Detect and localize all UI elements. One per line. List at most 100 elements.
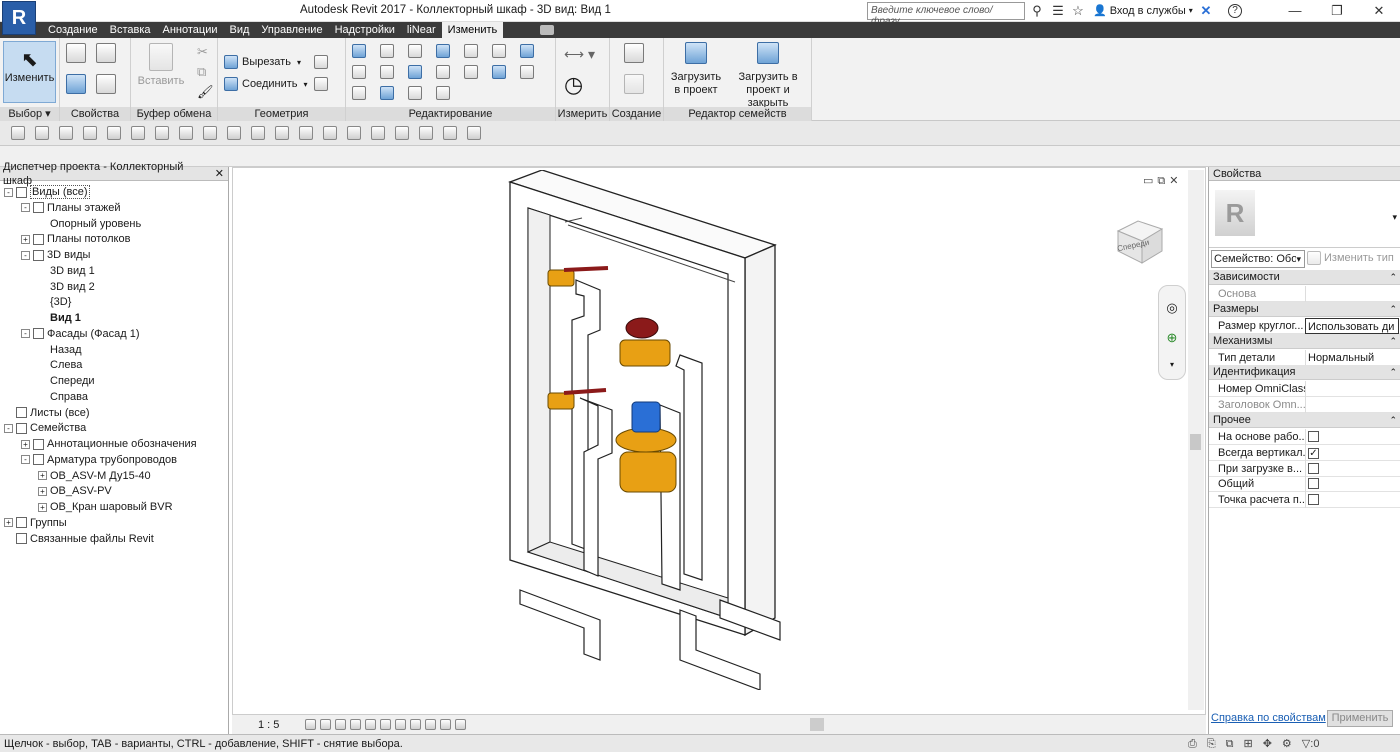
view-controls[interactable]: ▭⧉✕ — [1143, 174, 1182, 188]
property-value[interactable]: Нормальный — [1305, 349, 1399, 366]
design-options-icon[interactable]: ⎘ — [1207, 735, 1216, 752]
ball-valve-top[interactable] — [547, 269, 575, 287]
expand-icon[interactable]: + — [21, 234, 30, 244]
tab-2[interactable]: Аннотации — [157, 22, 224, 38]
tree-item[interactable]: + Планы потолков — [21, 232, 130, 247]
checkbox-icon[interactable] — [1308, 494, 1319, 506]
close-button[interactable]: ✕ — [1358, 0, 1400, 22]
tree-item[interactable]: {3D} — [38, 295, 71, 310]
panel-title-select[interactable]: Выбор ▾ — [0, 107, 59, 121]
mirror-2-icon[interactable] — [380, 86, 394, 103]
property-checkbox[interactable]: ✓ — [1305, 444, 1399, 461]
tree-item[interactable]: + ОВ_ASV-PV — [38, 484, 112, 499]
filter-icon[interactable]: ▽:0 — [1302, 735, 1320, 752]
checkbox-icon[interactable] — [1308, 462, 1319, 474]
switch-windows-icon[interactable] — [299, 126, 313, 140]
minimize-button[interactable]: — — [1274, 0, 1316, 22]
tree-item[interactable]: 3D вид 1 — [38, 264, 95, 279]
crop-icon[interactable] — [380, 719, 392, 731]
expand-icon[interactable]: + — [38, 502, 47, 512]
zoom-icon[interactable]: ⊕ — [1159, 330, 1185, 346]
tree-item[interactable]: Спереди — [38, 374, 95, 389]
unlock-3d-icon[interactable] — [410, 719, 422, 731]
tag-icon[interactable] — [347, 126, 361, 140]
dimension-icon[interactable]: ◷ — [564, 74, 583, 96]
tree-item[interactable]: + Аннотационные обозначения — [21, 437, 197, 452]
show-crop-icon[interactable] — [395, 719, 407, 731]
exchange-icon[interactable]: ✕ — [1198, 3, 1214, 19]
expand-icon[interactable]: + — [21, 439, 30, 449]
apply-button[interactable]: Применить — [1327, 710, 1393, 727]
paste-button[interactable]: Вставить — [137, 43, 185, 88]
join-geometry-button[interactable]: Соединить ▾ — [224, 77, 308, 91]
edit-type-button[interactable]: Изменить тип — [1307, 251, 1394, 265]
property-value[interactable] — [1305, 381, 1399, 398]
checkbox-checked-icon[interactable]: ✓ — [1308, 447, 1319, 459]
tree-item[interactable]: + ОВ_ASV-M Ду15-40 — [38, 469, 151, 484]
door-icon[interactable] — [419, 126, 433, 140]
sun-path-icon[interactable] — [335, 719, 347, 731]
offset-icon[interactable] — [380, 44, 394, 61]
scale-icon[interactable] — [464, 65, 478, 82]
family-types-icon[interactable] — [96, 43, 116, 66]
wall-icon[interactable] — [395, 126, 409, 140]
paint-icon[interactable] — [314, 77, 328, 94]
tree-item[interactable]: 3D вид 2 — [38, 280, 95, 295]
tab-6[interactable]: liNear — [401, 22, 442, 38]
favorites-star-icon[interactable]: ☆ — [1070, 3, 1086, 19]
tree-item[interactable]: Справа — [38, 390, 88, 405]
property-value[interactable] — [1305, 397, 1399, 414]
property-section[interactable]: Зависимости ⌃ — [1209, 270, 1400, 285]
tree-item[interactable]: - Виды (все) — [4, 185, 90, 200]
tree-item[interactable]: - 3D виды — [21, 248, 90, 263]
collapse-section-icon[interactable]: ⌃ — [1389, 365, 1397, 380]
tree-item[interactable]: Опорный уровень — [38, 217, 141, 232]
select-pinned-icon[interactable]: ✥ — [1263, 735, 1272, 752]
cut-geometry-button[interactable]: Вырезать ▾ — [224, 55, 301, 69]
chevron-left-icon[interactable] — [455, 719, 467, 731]
properties-palette-icon[interactable] — [96, 74, 116, 97]
load-into-project-button[interactable]: Загрузить в проект — [668, 42, 724, 97]
family-category-icon[interactable] — [66, 74, 86, 97]
valve-asv-m[interactable] — [619, 339, 671, 367]
property-section[interactable]: Идентификация ⌃ — [1209, 365, 1400, 381]
property-checkbox[interactable] — [1305, 460, 1399, 477]
maximize-button[interactable]: ❐ — [1316, 0, 1358, 22]
properties-help-link[interactable]: Справка по свойствам — [1211, 712, 1326, 724]
chevron-down-icon[interactable]: ▾ — [1159, 360, 1185, 369]
ribbon-toggle-icon[interactable] — [540, 25, 554, 35]
scroll-thumb[interactable] — [1190, 434, 1201, 450]
property-section[interactable]: Механизмы ⌃ — [1209, 333, 1400, 349]
expand-icon[interactable]: + — [38, 471, 47, 481]
expand-icon[interactable]: + — [4, 518, 13, 528]
tree-item[interactable]: Вид 1 — [38, 311, 81, 326]
type-properties-icon[interactable] — [66, 43, 86, 66]
array-icon[interactable] — [436, 65, 450, 82]
tree-item[interactable]: - Арматура трубопроводов — [21, 453, 177, 468]
collector-cabinet-model[interactable] — [480, 170, 800, 690]
thin-lines-icon[interactable] — [251, 126, 265, 140]
3d-view-icon[interactable] — [203, 126, 217, 140]
tab-1[interactable]: Вставка — [104, 22, 157, 38]
render-icon[interactable] — [365, 719, 377, 731]
binoculars-icon[interactable]: ⚲ — [1029, 3, 1045, 19]
worksharing-icon[interactable]: ⎙ — [1188, 735, 1197, 752]
sync-icon[interactable] — [59, 126, 73, 140]
move-icon[interactable] — [464, 44, 478, 61]
trim-2-icon[interactable] — [436, 86, 450, 103]
temp-hide-icon[interactable] — [425, 719, 437, 731]
collapse-icon[interactable]: - — [21, 455, 30, 465]
select-underlay-icon[interactable]: ⊞ — [1243, 735, 1252, 752]
tree-item[interactable]: Слева — [38, 358, 82, 373]
load-and-close-button[interactable]: Загрузить в проект и закрыть — [728, 42, 808, 110]
modify-button[interactable]: ⬉ Изменить — [3, 41, 56, 103]
horizontal-scroll-thumb[interactable] — [810, 718, 824, 731]
mirror-axis-icon[interactable] — [408, 44, 422, 61]
tree-item[interactable]: + ОВ_Кран шаровый BVR — [38, 500, 173, 515]
unpin-icon[interactable] — [492, 65, 506, 82]
collapse-section-icon[interactable]: ⌃ — [1389, 413, 1397, 428]
copy-icon[interactable]: ⧉ — [197, 64, 206, 80]
collapse-section-icon[interactable]: ⌃ — [1389, 270, 1397, 285]
help-icon[interactable]: ? — [1228, 4, 1242, 18]
property-section[interactable]: Прочее ⌃ — [1209, 413, 1400, 428]
